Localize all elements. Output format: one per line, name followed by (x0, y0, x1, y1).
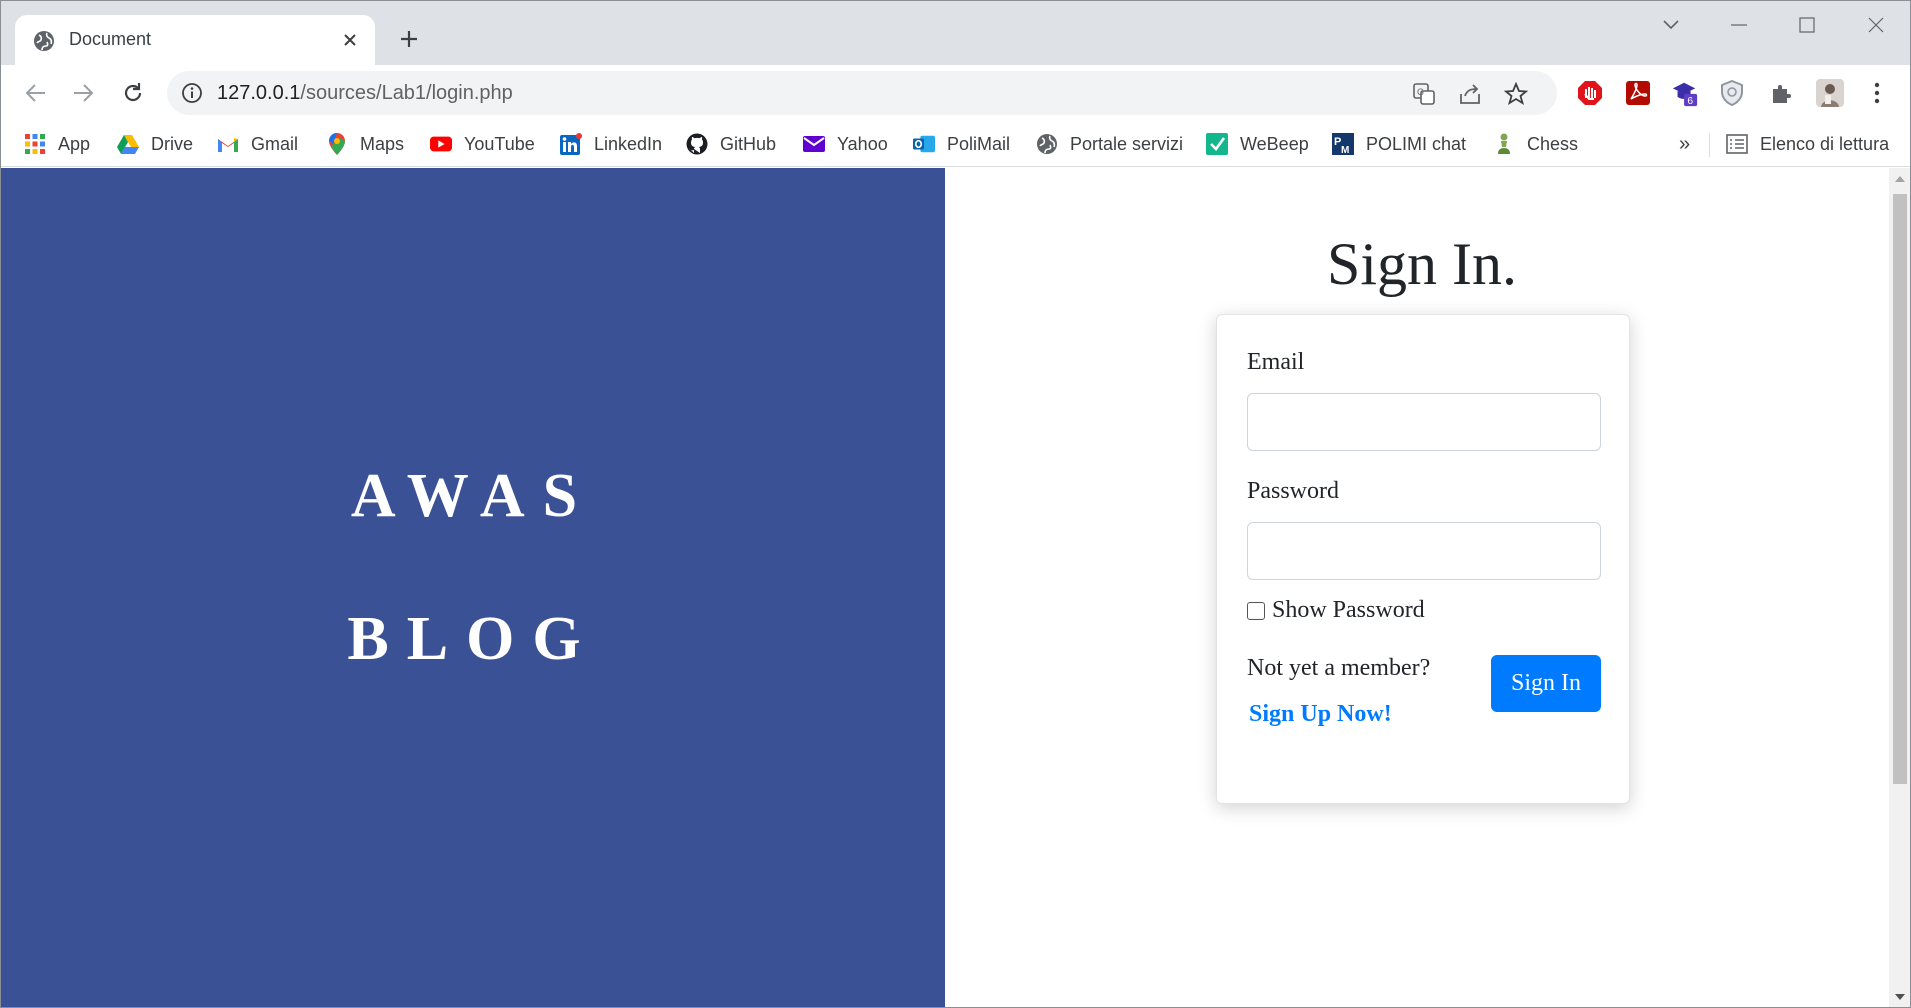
gmail-icon (217, 133, 239, 155)
new-tab-button[interactable] (393, 23, 425, 55)
shield-extension-icon[interactable] (1718, 79, 1746, 107)
address-bar[interactable]: 127.0.0.1/sources/Lab1/login.php G (167, 71, 1557, 115)
page-title: Sign In. (1326, 231, 1518, 297)
graduation-cap-extension-icon[interactable]: 6 (1671, 79, 1699, 107)
vertical-scrollbar[interactable] (1889, 168, 1910, 1007)
reload-button[interactable] (117, 77, 149, 109)
drive-icon (117, 133, 139, 155)
more-bookmarks-button[interactable]: » (1679, 129, 1690, 159)
url-host: 127.0.0.1 (217, 82, 301, 104)
forward-button[interactable] (67, 77, 99, 109)
globe-icon (1036, 133, 1058, 155)
extension-badge: 6 (1687, 96, 1693, 107)
bookmark-app[interactable]: App (24, 129, 90, 159)
bookmark-drive[interactable]: Drive (117, 129, 193, 159)
yahoo-mail-icon (803, 133, 825, 155)
reading-list-icon (1726, 133, 1748, 155)
bookmark-label: YouTube (464, 133, 535, 154)
more-bookmarks-label: » (1679, 132, 1691, 155)
page-content: AWAS BLOG Sign In. Email Password Show P… (1, 168, 1889, 1007)
bookmark-label: GitHub (720, 133, 777, 154)
tab-search-icon[interactable] (1641, 7, 1701, 43)
chrome-menu-icon[interactable] (1863, 79, 1891, 107)
bookmark-youtube[interactable]: YouTube (430, 129, 535, 159)
bookmark-polimail[interactable]: PoliMail (913, 129, 1010, 159)
bookmark-gmail[interactable]: Gmail (217, 129, 298, 159)
info-icon[interactable] (181, 82, 203, 104)
bookmark-star-icon[interactable] (1503, 81, 1529, 107)
back-button[interactable] (20, 77, 52, 109)
bookmark-yahoo[interactable]: Yahoo (803, 129, 888, 159)
sign-up-link[interactable]: Sign Up Now! (1249, 701, 1392, 728)
bookmark-chess[interactable]: Chess (1493, 129, 1578, 159)
svg-text:M: M (1341, 145, 1349, 155)
member-prompt: Not yet a member? (1247, 655, 1431, 681)
github-icon (686, 133, 708, 155)
email-field[interactable] (1247, 393, 1601, 451)
bookmark-label: PoliMail (947, 133, 1011, 154)
bookmark-webeep[interactable]: WeBeep (1206, 129, 1309, 159)
apps-grid-icon (24, 133, 46, 155)
close-window-button[interactable] (1846, 7, 1906, 43)
password-label: Password (1247, 478, 1340, 504)
email-label: Email (1247, 349, 1305, 375)
toolbar: 127.0.0.1/sources/Lab1/login.php G 6 (1, 65, 1910, 121)
outlook-icon (913, 133, 935, 155)
url-text: 127.0.0.1/sources/Lab1/login.php (217, 82, 513, 105)
browser-window: Document 127.0.0.1/sources/Lab1/login.ph… (0, 0, 1911, 1008)
bookmarks-divider (1709, 133, 1710, 157)
globe-icon (33, 30, 55, 52)
reading-list-label: Elenco di lettura (1760, 133, 1890, 154)
tab-title: Document (69, 29, 152, 49)
bookmark-label: Gmail (251, 133, 299, 154)
brand-line-1: AWAS (350, 462, 596, 530)
bookmark-polimi-chat[interactable]: PM POLIMI chat (1332, 129, 1466, 159)
bookmark-linkedin[interactable]: LinkedIn (560, 129, 662, 159)
bookmark-label: Yahoo (837, 133, 888, 154)
svg-text:G: G (1417, 87, 1424, 97)
bookmark-label: Portale servizi (1070, 133, 1184, 154)
maps-icon (326, 133, 348, 155)
bookmark-maps[interactable]: Maps (326, 129, 404, 159)
login-card: Email Password Show Password Not yet a m… (1216, 314, 1630, 804)
password-field[interactable] (1247, 522, 1601, 580)
scroll-down-icon[interactable] (1889, 986, 1910, 1007)
sign-in-button[interactable]: Sign In (1491, 655, 1601, 712)
brand-panel: AWAS BLOG (1, 168, 945, 1007)
bookmark-label: Drive (151, 133, 194, 154)
bookmark-label: Maps (360, 133, 405, 154)
linkedin-icon (560, 133, 582, 155)
acrobat-extension-icon[interactable] (1624, 79, 1652, 107)
minimize-button[interactable] (1709, 7, 1769, 43)
bookmark-github[interactable]: GitHub (686, 129, 776, 159)
show-password-checkbox[interactable] (1247, 602, 1265, 620)
show-password-label: Show Password (1272, 597, 1425, 623)
reading-list-button[interactable]: Elenco di lettura (1726, 129, 1889, 159)
profile-avatar[interactable] (1816, 79, 1844, 107)
youtube-icon (430, 133, 452, 155)
tab-document[interactable]: Document (15, 15, 375, 65)
maximize-button[interactable] (1777, 7, 1837, 43)
adblock-extension-icon[interactable] (1576, 79, 1604, 107)
chess-pawn-icon (1493, 133, 1515, 155)
bookmark-label: App (58, 133, 91, 154)
bookmarks-bar: App Drive Gmail Maps YouTube LinkedIn Gi… (1, 121, 1910, 167)
share-icon[interactable] (1457, 81, 1483, 107)
extensions-puzzle-icon[interactable] (1767, 79, 1795, 107)
bookmark-label: LinkedIn (594, 133, 663, 154)
close-tab-icon[interactable] (337, 27, 363, 53)
scrollbar-thumb[interactable] (1893, 194, 1907, 784)
bookmark-label: WeBeep (1240, 133, 1309, 154)
bookmark-portale-servizi[interactable]: Portale servizi (1036, 129, 1183, 159)
polimi-icon: PM (1332, 133, 1354, 155)
url-path: /sources/Lab1/login.php (300, 82, 513, 104)
bookmark-label: Chess (1527, 133, 1579, 154)
bookmark-label: POLIMI chat (1366, 133, 1467, 154)
translate-icon[interactable]: G (1411, 81, 1437, 107)
webeep-icon (1206, 133, 1228, 155)
brand-line-2: BLOG (347, 605, 599, 673)
scroll-up-icon[interactable] (1889, 168, 1910, 190)
tab-strip: Document (1, 1, 1910, 65)
